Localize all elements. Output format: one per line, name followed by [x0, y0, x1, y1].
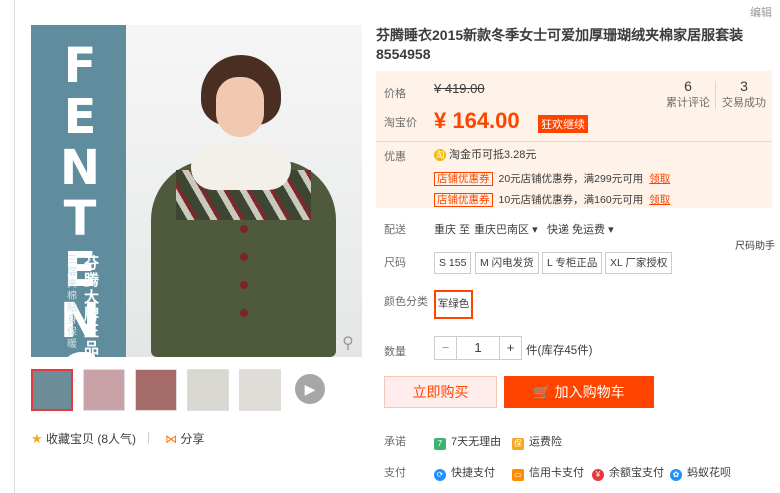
payment-item: ¥ 余额宝支付 — [592, 464, 664, 481]
tb-price: ¥ 164.00 — [434, 108, 520, 133]
divider — [376, 141, 772, 142]
chevron-down-icon: ▾ — [608, 224, 614, 236]
coupon-get-link[interactable]: 领取 — [649, 194, 670, 206]
coin-promo: 淘淘金币可抵3.28元 — [434, 149, 537, 161]
zoom-icon[interactable]: ⚲ — [337, 333, 359, 355]
quantity-input[interactable]: 1 — [457, 337, 499, 359]
favorite-link[interactable]: ★ 收藏宝贝 (8人气) — [31, 430, 136, 447]
coin-icon: 淘 — [434, 149, 446, 161]
promo-label: 优惠 — [384, 151, 406, 163]
size-option[interactable]: M 闪电发货 — [475, 252, 539, 274]
huabei-icon: ✿ — [670, 469, 682, 481]
credit-card-icon: ▭ — [512, 469, 524, 481]
payment-item: ✿ 蚂蚁花呗 — [670, 464, 731, 481]
thumbnail-3[interactable] — [135, 369, 177, 411]
brand-sub-text: 三层夹棉 贴身保暖 — [67, 255, 77, 350]
quick-pay-icon: ⟳ — [434, 469, 446, 481]
seven-day-icon: 7 — [434, 438, 446, 450]
add-to-cart-button[interactable]: 🛒 加入购物车 — [504, 376, 654, 408]
delivery-destination[interactable]: 重庆巴南区 ▾ — [474, 221, 538, 237]
coat-collar — [191, 145, 291, 190]
thumbnail-5[interactable] — [239, 369, 281, 411]
quantity-plus-button[interactable]: + — [499, 337, 521, 359]
yuebao-icon: ¥ — [592, 469, 604, 481]
chevron-down-icon: ▾ — [532, 224, 538, 236]
promo-tag: 狂欢继续 — [538, 115, 588, 133]
main-product-image[interactable]: FENTENG 芬腾大牌正品 三层夹棉 贴身保暖 ⚲ — [31, 25, 362, 357]
payment-item: ⟳ 快捷支付 — [434, 464, 495, 481]
edit-link[interactable]: 编辑 — [750, 4, 772, 20]
insurance-icon: 保 — [512, 438, 524, 450]
reviews-stat[interactable]: 6 累计评论 — [666, 78, 710, 110]
video-play-icon[interactable]: ▶ — [295, 374, 325, 404]
share-icon: ⋈ — [165, 432, 177, 446]
stat-divider — [715, 81, 716, 109]
size-option[interactable]: S 155 — [434, 252, 472, 274]
size-label: 尺码 — [384, 257, 406, 269]
payment-label: 支付 — [384, 467, 406, 479]
quantity-label: 数量 — [384, 346, 406, 358]
orig-price-label: 价格 — [384, 88, 406, 100]
buy-now-button[interactable]: 立即购买 — [384, 376, 497, 408]
shipping-option[interactable]: 快递 免运费 ▾ — [547, 221, 614, 237]
thumbnail-1[interactable] — [31, 369, 73, 411]
share-link[interactable]: ⋈ 分享 — [165, 430, 204, 447]
payment-item: ▭ 信用卡支付 — [512, 464, 584, 481]
size-option[interactable]: L 专柜正品 — [542, 252, 603, 274]
size-option[interactable]: XL 厂家授权 — [605, 252, 673, 274]
promise-item: 保运费险 — [512, 436, 562, 450]
orig-price: ¥ 419.00 — [434, 81, 485, 96]
tb-price-label: 淘宝价 — [384, 117, 417, 129]
promise-label: 承诺 — [384, 436, 406, 448]
model-face — [216, 77, 264, 137]
coupon-tag: 店铺优惠券 — [434, 172, 493, 186]
coupon-row: 店铺优惠券 10元店铺优惠券，满160元可用 领取 — [434, 192, 670, 207]
stock-text: 件(库存45件) — [526, 345, 593, 357]
delivery-from: 重庆 至 — [434, 224, 471, 236]
price-box: 价格 ¥ 419.00 6 累计评论 3 交易成功 淘宝价 ¥ 164.00 狂… — [376, 71, 772, 208]
color-option-selected[interactable]: 军绿色 — [434, 290, 473, 319]
promise-item: 7 7天无理由 — [434, 433, 501, 450]
delivery-label: 配送 — [384, 224, 406, 236]
coupon-row: 店铺优惠券 20元店铺优惠券，满299元可用 领取 — [434, 171, 670, 186]
brand-cn-text: 芬腾大牌正品 — [84, 255, 100, 357]
cart-icon: 🛒 — [533, 384, 551, 400]
color-label: 颜色分类 — [384, 296, 428, 308]
brand-banner: FENTENG 芬腾大牌正品 三层夹棉 贴身保暖 — [31, 25, 126, 357]
quantity-minus-button[interactable]: − — [435, 337, 457, 359]
size-assistant-link[interactable]: 尺码助手 — [735, 237, 775, 252]
thumbnail-4[interactable] — [187, 369, 229, 411]
coupon-tag: 店铺优惠券 — [434, 193, 493, 207]
thumbnail-2[interactable] — [83, 369, 125, 411]
star-icon: ★ — [31, 431, 43, 446]
divider: | — [147, 430, 151, 444]
quantity-stepper: − 1 + — [434, 336, 522, 360]
sales-stat: 3 交易成功 — [722, 78, 766, 109]
product-title: 芬腾睡衣2015新款冬季女士可爱加厚珊瑚绒夹棉家居服套装 8554958 — [376, 27, 744, 62]
coupon-get-link[interactable]: 领取 — [649, 173, 670, 185]
